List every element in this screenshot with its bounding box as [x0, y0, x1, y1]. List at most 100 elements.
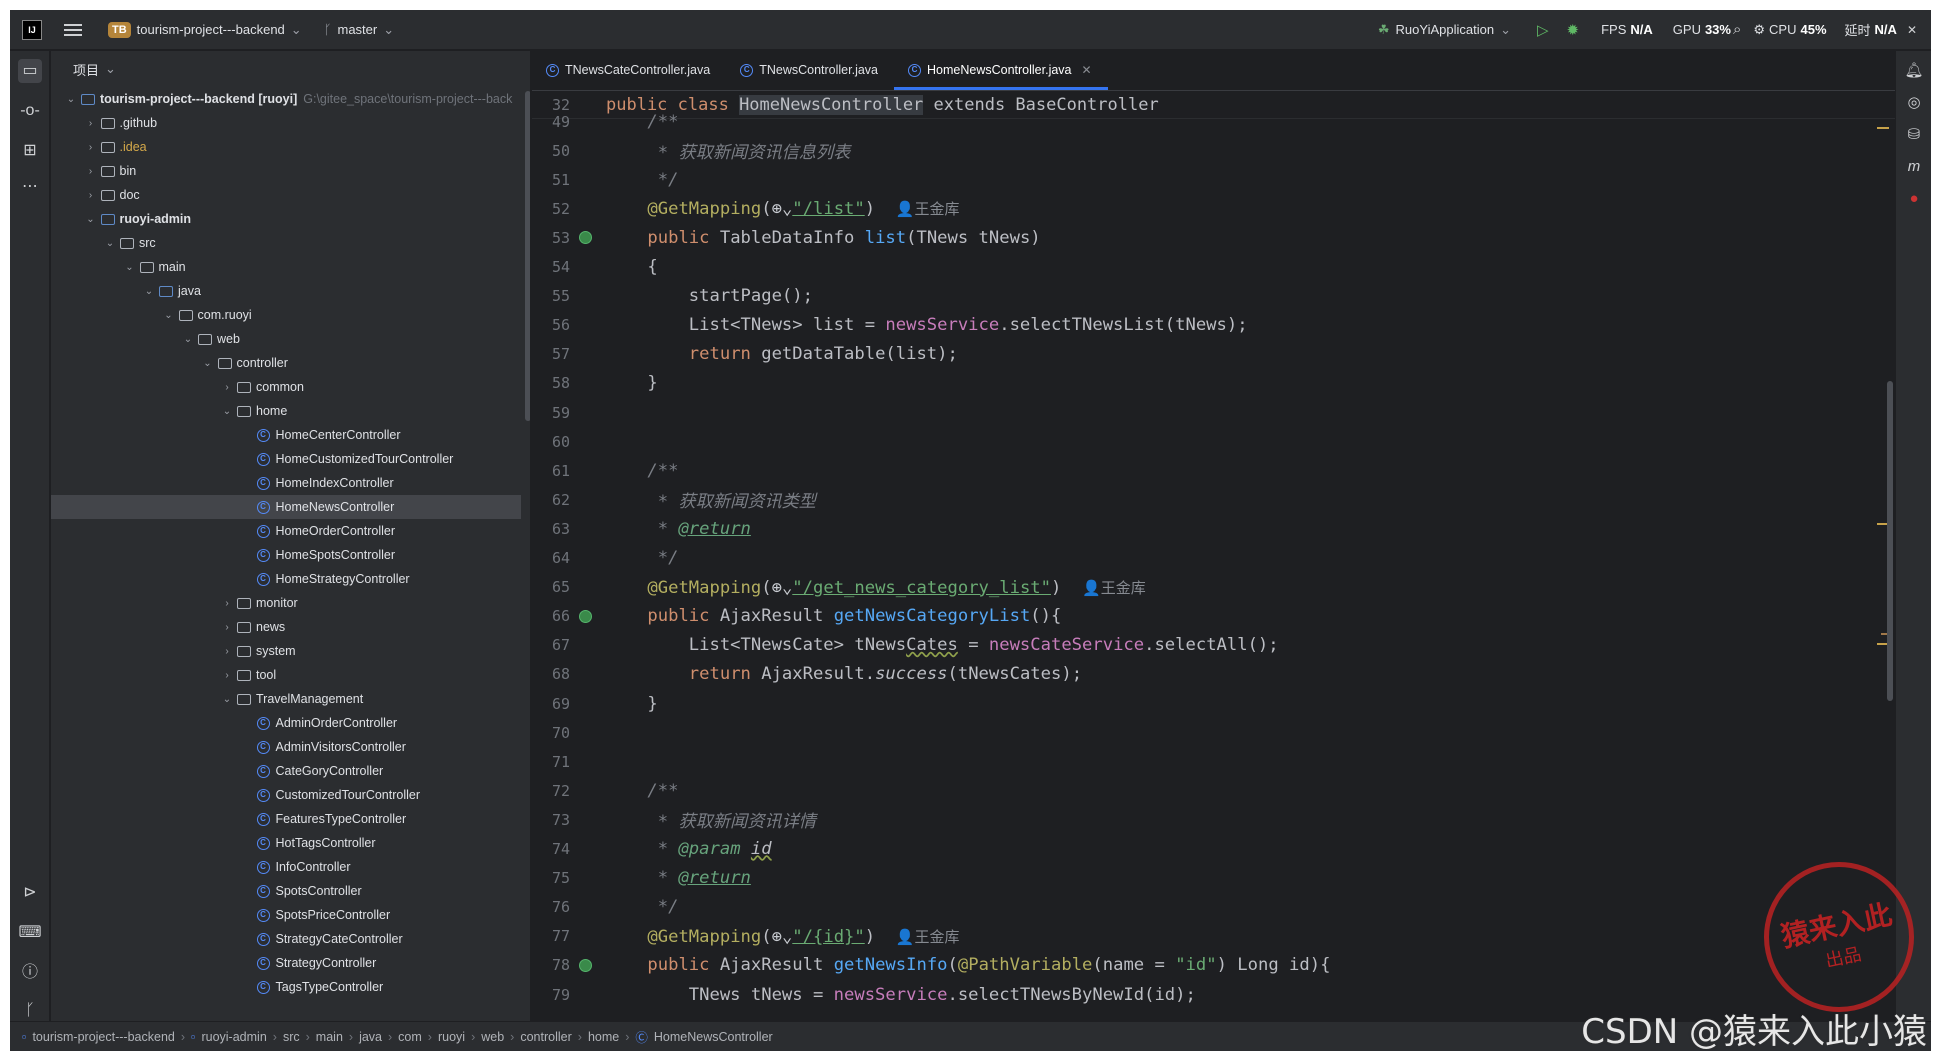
problems-tool-icon[interactable]: ⓘ [18, 961, 42, 985]
breadcrumb-item[interactable]: home [588, 1030, 619, 1044]
tree-item[interactable]: C HomeCustomizedTourController [51, 447, 521, 471]
tree-item[interactable]: ⌄ java [51, 279, 521, 303]
breadcrumb-item[interactable]: tourism-project---backend [32, 1030, 174, 1044]
tree-item[interactable]: C StrategyCateController [51, 927, 521, 951]
tree-item[interactable]: ⌄ TravelManagement [51, 687, 521, 711]
code-line[interactable]: 68 return AjaxResult.success(tNewsCates)… [532, 660, 1862, 689]
commit-tool-icon[interactable]: -o- [18, 99, 42, 123]
code-line[interactable]: 69 } [532, 689, 1862, 718]
code-line[interactable]: 62 * 获取新闻资讯类型 [532, 485, 1862, 514]
breadcrumb-item[interactable]: src [283, 1030, 300, 1044]
gear-icon[interactable]: ⚙ [1753, 22, 1765, 38]
chevron-right-icon[interactable]: › [85, 190, 97, 201]
breadcrumb-item[interactable]: ruoyi [438, 1030, 465, 1044]
editor-tab[interactable]: C TNewsCateController.java [532, 50, 726, 90]
code-line[interactable]: 59 [532, 398, 1862, 427]
tree-item[interactable]: C AdminOrderController [51, 711, 521, 735]
tree-item[interactable]: › common [51, 375, 521, 399]
close-icon[interactable]: ✕ [1082, 63, 1092, 77]
tree-item[interactable]: C CateGoryController [51, 759, 521, 783]
database-icon[interactable]: ⛁ [1902, 123, 1926, 147]
ai-assistant-icon[interactable]: ◎ [1902, 91, 1926, 115]
tree-item[interactable]: C StrategyController [51, 951, 521, 975]
chevron-right-icon[interactable]: › [221, 670, 233, 681]
maven-icon[interactable]: m [1902, 155, 1926, 179]
notifications-icon[interactable]: 🔔︎ [1902, 59, 1926, 83]
tree-item[interactable]: C CustomizedTourController [51, 783, 521, 807]
run-icon[interactable]: ▷ [1537, 21, 1549, 39]
tree-item[interactable]: › monitor [51, 591, 521, 615]
chevron-down-icon[interactable]: ⌄ [124, 262, 136, 273]
code-line[interactable]: 78 public AjaxResult getNewsInfo(@PathVa… [532, 951, 1862, 980]
project-tool-icon[interactable]: ▭ [18, 59, 42, 83]
code-line[interactable]: 75 * @return [532, 864, 1862, 893]
code-line[interactable]: 60 [532, 427, 1862, 456]
project-tree-scrollbar[interactable] [525, 91, 530, 421]
chevron-down-icon[interactable]: ⌄ [163, 310, 175, 321]
breadcrumb-item[interactable]: controller [520, 1030, 571, 1044]
main-menu-icon[interactable] [64, 23, 82, 36]
code-line[interactable]: 76 */ [532, 893, 1862, 922]
project-panel-header[interactable]: 项目 ⌄ [51, 51, 530, 87]
branch-switcher[interactable]: ᚴ master ⌄ [324, 22, 394, 38]
tree-item[interactable]: C HomeSpotsController [51, 543, 521, 567]
chevron-down-icon[interactable]: ⌄ [65, 94, 77, 105]
search-icon[interactable]: ⌕ [1733, 21, 1741, 38]
code-line[interactable]: 65 @GetMapping(⊕⌄"/get_news_category_lis… [532, 573, 1862, 602]
tree-item[interactable]: ⌄ web [51, 327, 521, 351]
project-switcher[interactable]: TB tourism-project---backend ⌄ [108, 21, 302, 38]
code-line[interactable]: 74 * @param id [532, 835, 1862, 864]
endpoint-gutter-icon[interactable] [570, 958, 600, 972]
tree-item[interactable]: C InfoController [51, 855, 521, 879]
code-line[interactable]: 53 public TableDataInfo list(TNews tNews… [532, 223, 1862, 252]
tree-item[interactable]: C AdminVisitorsController [51, 735, 521, 759]
run-config-selector[interactable]: ☘ RuoYiApplication ⌄ [1378, 22, 1511, 38]
code-area[interactable]: 49 /** 50 * 获取新闻资讯信息列表 51 */52 @GetMapping… [532, 112, 1862, 1021]
chevron-down-icon[interactable]: ⌄ [104, 238, 116, 249]
chevron-down-icon[interactable]: ⌄ [221, 694, 233, 705]
tree-item[interactable]: ⌄ src [51, 231, 521, 255]
tree-item[interactable]: C HomeStrategyController [51, 567, 521, 591]
code-line[interactable]: 63 * @return [532, 514, 1862, 543]
endpoint-gutter-icon[interactable] [570, 609, 600, 623]
code-line[interactable]: 57 return getDataTable(list); [532, 340, 1862, 369]
editor-tab[interactable]: C TNewsController.java [726, 50, 894, 90]
chevron-right-icon[interactable]: › [85, 142, 97, 153]
code-line[interactable]: 64 */ [532, 544, 1862, 573]
code-line[interactable]: 56 List<TNews> list = newsService.select… [532, 311, 1862, 340]
breadcrumb-item[interactable]: HomeNewsController [654, 1030, 773, 1044]
code-line[interactable]: 50 * 获取新闻资讯信息列表 [532, 136, 1862, 165]
code-line[interactable]: 58 } [532, 369, 1862, 398]
chevron-right-icon[interactable]: › [85, 118, 97, 129]
tree-item[interactable]: C TagsTypeController [51, 975, 521, 999]
services-tool-icon[interactable]: ⊳ [18, 881, 42, 905]
tree-item[interactable]: ⌄ ruoyi-admin [51, 207, 521, 231]
tree-item[interactable]: › bin [51, 159, 521, 183]
tree-item[interactable]: › .github [51, 111, 521, 135]
plugin-icon[interactable]: ● [1902, 187, 1926, 211]
chevron-right-icon[interactable]: › [85, 166, 97, 177]
tree-item[interactable]: › tool [51, 663, 521, 687]
code-line[interactable]: 49 /** [532, 107, 1862, 136]
endpoint-gutter-icon[interactable] [570, 231, 600, 245]
chevron-down-icon[interactable]: ⌄ [221, 406, 233, 417]
code-line[interactable]: 66 public AjaxResult getNewsCategoryList… [532, 602, 1862, 631]
chevron-down-icon[interactable]: ⌄ [143, 286, 155, 297]
tree-item[interactable]: › news [51, 615, 521, 639]
code-line[interactable]: 72 /** [532, 776, 1862, 805]
breadcrumb-item[interactable]: java [359, 1030, 382, 1044]
tree-item[interactable]: › .idea [51, 135, 521, 159]
tree-item[interactable]: C SpotsController [51, 879, 521, 903]
code-line[interactable]: 51 */ [532, 165, 1862, 194]
debug-icon[interactable]: ✹ [1567, 21, 1580, 39]
tree-item[interactable]: ⌄ com.ruoyi [51, 303, 521, 327]
breadcrumb-item[interactable]: ruoyi-admin [201, 1030, 266, 1044]
code-line[interactable]: 77 @GetMapping(⊕⌄"/{id}") 👤王金库 [532, 922, 1862, 951]
code-line[interactable]: 54 { [532, 253, 1862, 282]
tree-item[interactable]: C HotTagsController [51, 831, 521, 855]
tree-item[interactable]: ⌄ main [51, 255, 521, 279]
tree-item[interactable]: › system [51, 639, 521, 663]
tree-item[interactable]: C HomeNewsController [51, 495, 521, 519]
editor-tab[interactable]: C HomeNewsController.java ✕ [894, 50, 1108, 90]
tree-item[interactable]: › doc [51, 183, 521, 207]
